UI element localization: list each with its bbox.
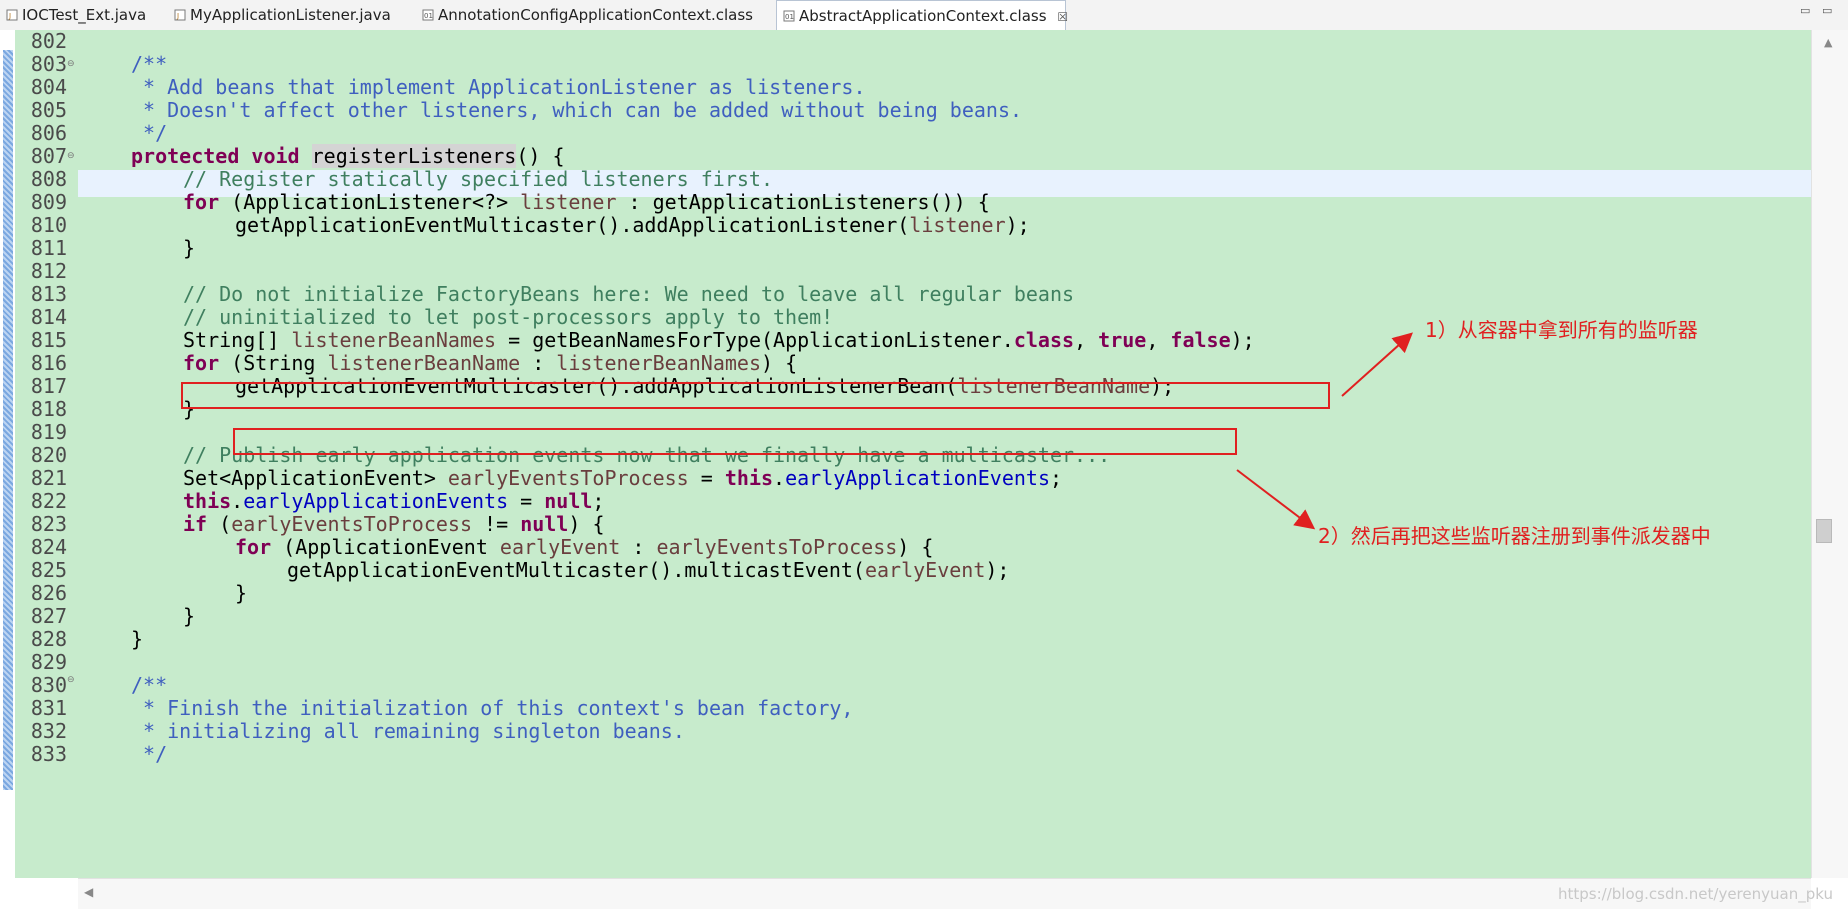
horizontal-scrollbar[interactable]: ◀ bbox=[78, 878, 1811, 909]
tab-label: AnnotationConfigApplicationContext.class bbox=[438, 6, 753, 24]
svg-text:01: 01 bbox=[424, 12, 433, 20]
annotation-note-1: 1）从容器中拿到所有的监听器 bbox=[1425, 318, 1698, 342]
svg-text:J: J bbox=[176, 12, 179, 20]
maximize-icon[interactable]: ▭ bbox=[1822, 4, 1832, 17]
tab-label: MyApplicationListener.java bbox=[190, 6, 391, 24]
scroll-left-icon[interactable]: ◀ bbox=[84, 885, 93, 899]
class-file-icon: 01 bbox=[422, 9, 434, 21]
annotation-note-2: 2）然后再把这些监听器注册到事件派发器中 bbox=[1318, 524, 1711, 548]
class-file-icon: 01 bbox=[783, 10, 795, 22]
svg-text:01: 01 bbox=[785, 13, 794, 21]
annotation-arrows bbox=[1236, 332, 1413, 530]
tab-myapplicationlistener[interactable]: J MyApplicationListener.java bbox=[168, 0, 416, 30]
watermark: https://blog.csdn.net/yerenyuan_pku bbox=[1558, 885, 1833, 903]
tab-label: AbstractApplicationContext.class bbox=[799, 7, 1047, 25]
scroll-up-icon[interactable]: ▲ bbox=[1824, 36, 1832, 49]
svg-text:J: J bbox=[8, 12, 11, 20]
vertical-scrollbar[interactable]: ▲ bbox=[1811, 30, 1848, 878]
code-editor[interactable]: 802 803 804 805 806 807 808 809 810 811 812 813 814 8… bbox=[0, 29, 1848, 909]
close-tab-icon[interactable]: ☒ bbox=[1057, 10, 1068, 24]
scroll-thumb[interactable] bbox=[1816, 519, 1832, 543]
java-file-icon: J bbox=[174, 9, 186, 21]
editor-tab-bar: J IOCTest_Ext.java J MyApplicationListen… bbox=[0, 0, 1848, 31]
arrow-to-note-1 bbox=[1341, 332, 1413, 397]
tab-abstractapplicationcontext[interactable]: 01 AbstractApplicationContext.class ☒ bbox=[776, 0, 1068, 31]
tab-label: IOCTest_Ext.java bbox=[22, 6, 147, 24]
tab-ioctest-ext[interactable]: J IOCTest_Ext.java bbox=[0, 0, 168, 30]
minimize-icon[interactable]: ▭ bbox=[1800, 4, 1810, 17]
arrow-to-note-2 bbox=[1236, 469, 1316, 530]
tab-annotationconfigapplicationcontext[interactable]: 01 AnnotationConfigApplicationContext.cl… bbox=[416, 0, 776, 30]
java-file-icon: J bbox=[6, 9, 18, 21]
